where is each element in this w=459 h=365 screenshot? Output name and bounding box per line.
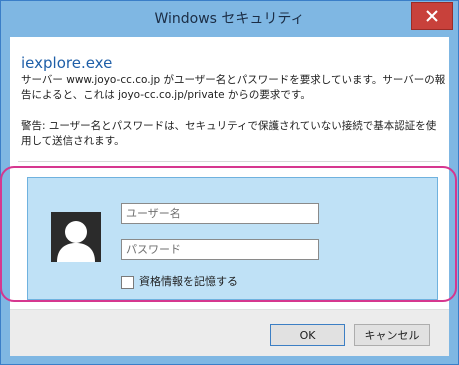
app-name: iexplore.exe xyxy=(21,54,113,72)
security-warning: 警告: ユーザー名とパスワードは、セキュリティで保護されていない接続で基本認証を… xyxy=(21,120,437,147)
title-bar[interactable]: Windows セキュリティ xyxy=(1,1,458,37)
divider xyxy=(18,161,440,162)
close-button[interactable] xyxy=(411,2,453,30)
password-input[interactable] xyxy=(121,239,319,260)
remember-label[interactable]: 資格情報を記憶する xyxy=(139,273,238,289)
ok-button[interactable]: OK xyxy=(270,324,345,346)
request-message: サーバー www.joyo-cc.co.jp がユーザー名とパスワードを要求して… xyxy=(21,74,446,101)
close-icon xyxy=(426,10,438,22)
button-bar: OK キャンセル xyxy=(10,309,449,356)
username-input[interactable] xyxy=(121,203,319,224)
user-icon xyxy=(51,212,101,262)
credential-tile: 資格情報を記憶する xyxy=(27,177,438,300)
dialog-body: iexplore.exe サーバー www.joyo-cc.co.jp がユーザ… xyxy=(10,37,449,356)
remember-checkbox[interactable] xyxy=(121,276,134,289)
security-dialog: Windows セキュリティ iexplore.exe サーバー www.joy… xyxy=(0,0,459,365)
cancel-button[interactable]: キャンセル xyxy=(354,324,430,346)
window-title: Windows セキュリティ xyxy=(154,11,305,27)
